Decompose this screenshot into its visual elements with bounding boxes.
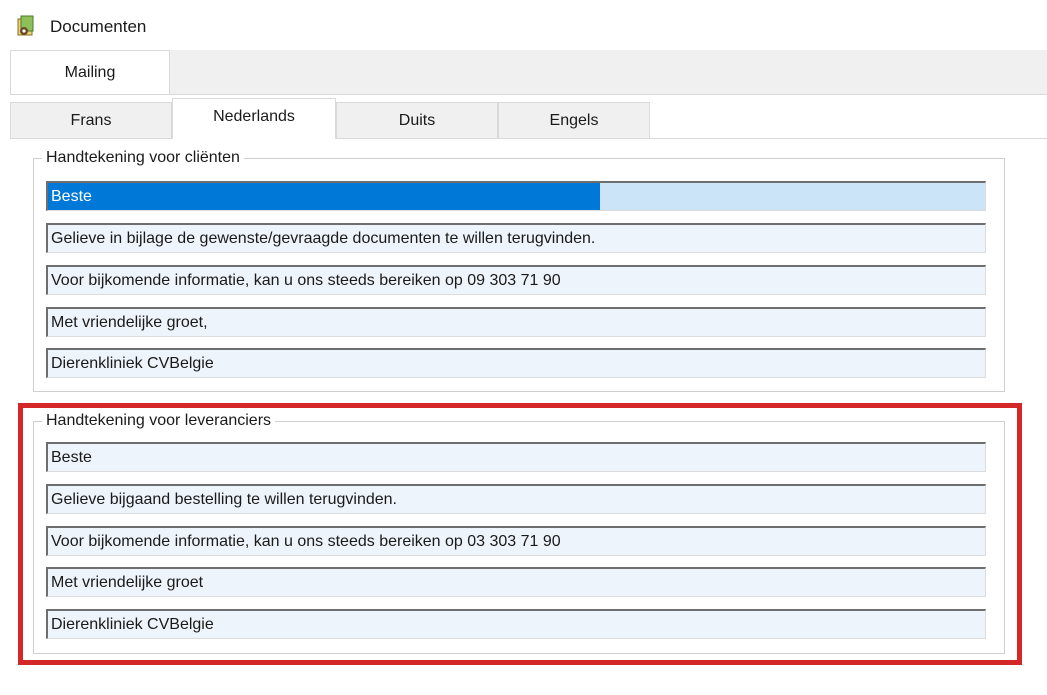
tab-frans[interactable]: Frans (10, 102, 172, 138)
highlight-annotation-frame (18, 403, 1022, 665)
text-selection-highlight (48, 183, 600, 210)
outer-tabstrip: Mailing (10, 50, 1047, 95)
window-title: Documenten (50, 17, 147, 36)
client-signature-legend: Handtekening voor cliënten (42, 148, 244, 168)
tab-mailing[interactable]: Mailing (10, 50, 170, 94)
client-signature-group: Handtekening voor cliënten Beste Gelieve… (33, 148, 1005, 392)
client-line-3-input[interactable]: Voor bijkomende informatie, kan u ons st… (46, 265, 986, 295)
client-line-1-input[interactable]: Beste (46, 181, 986, 211)
tab-duits[interactable]: Duits (336, 102, 498, 138)
client-line-5-input[interactable]: Dierenkliniek CVBelgie (46, 348, 986, 378)
tab-nederlands[interactable]: Nederlands (172, 98, 336, 139)
tab-engels[interactable]: Engels (498, 102, 650, 138)
client-line-2-input[interactable]: Gelieve in bijlage de gewenste/gevraagde… (46, 223, 986, 253)
window-titlebar: Documenten (0, 0, 1047, 50)
client-line-1-text: Beste (51, 188, 92, 205)
client-line-4-input[interactable]: Met vriendelijke groet, (46, 307, 986, 337)
app-documents-icon (17, 15, 34, 36)
language-tabstrip: Frans Nederlands Duits Engels (10, 98, 1047, 139)
